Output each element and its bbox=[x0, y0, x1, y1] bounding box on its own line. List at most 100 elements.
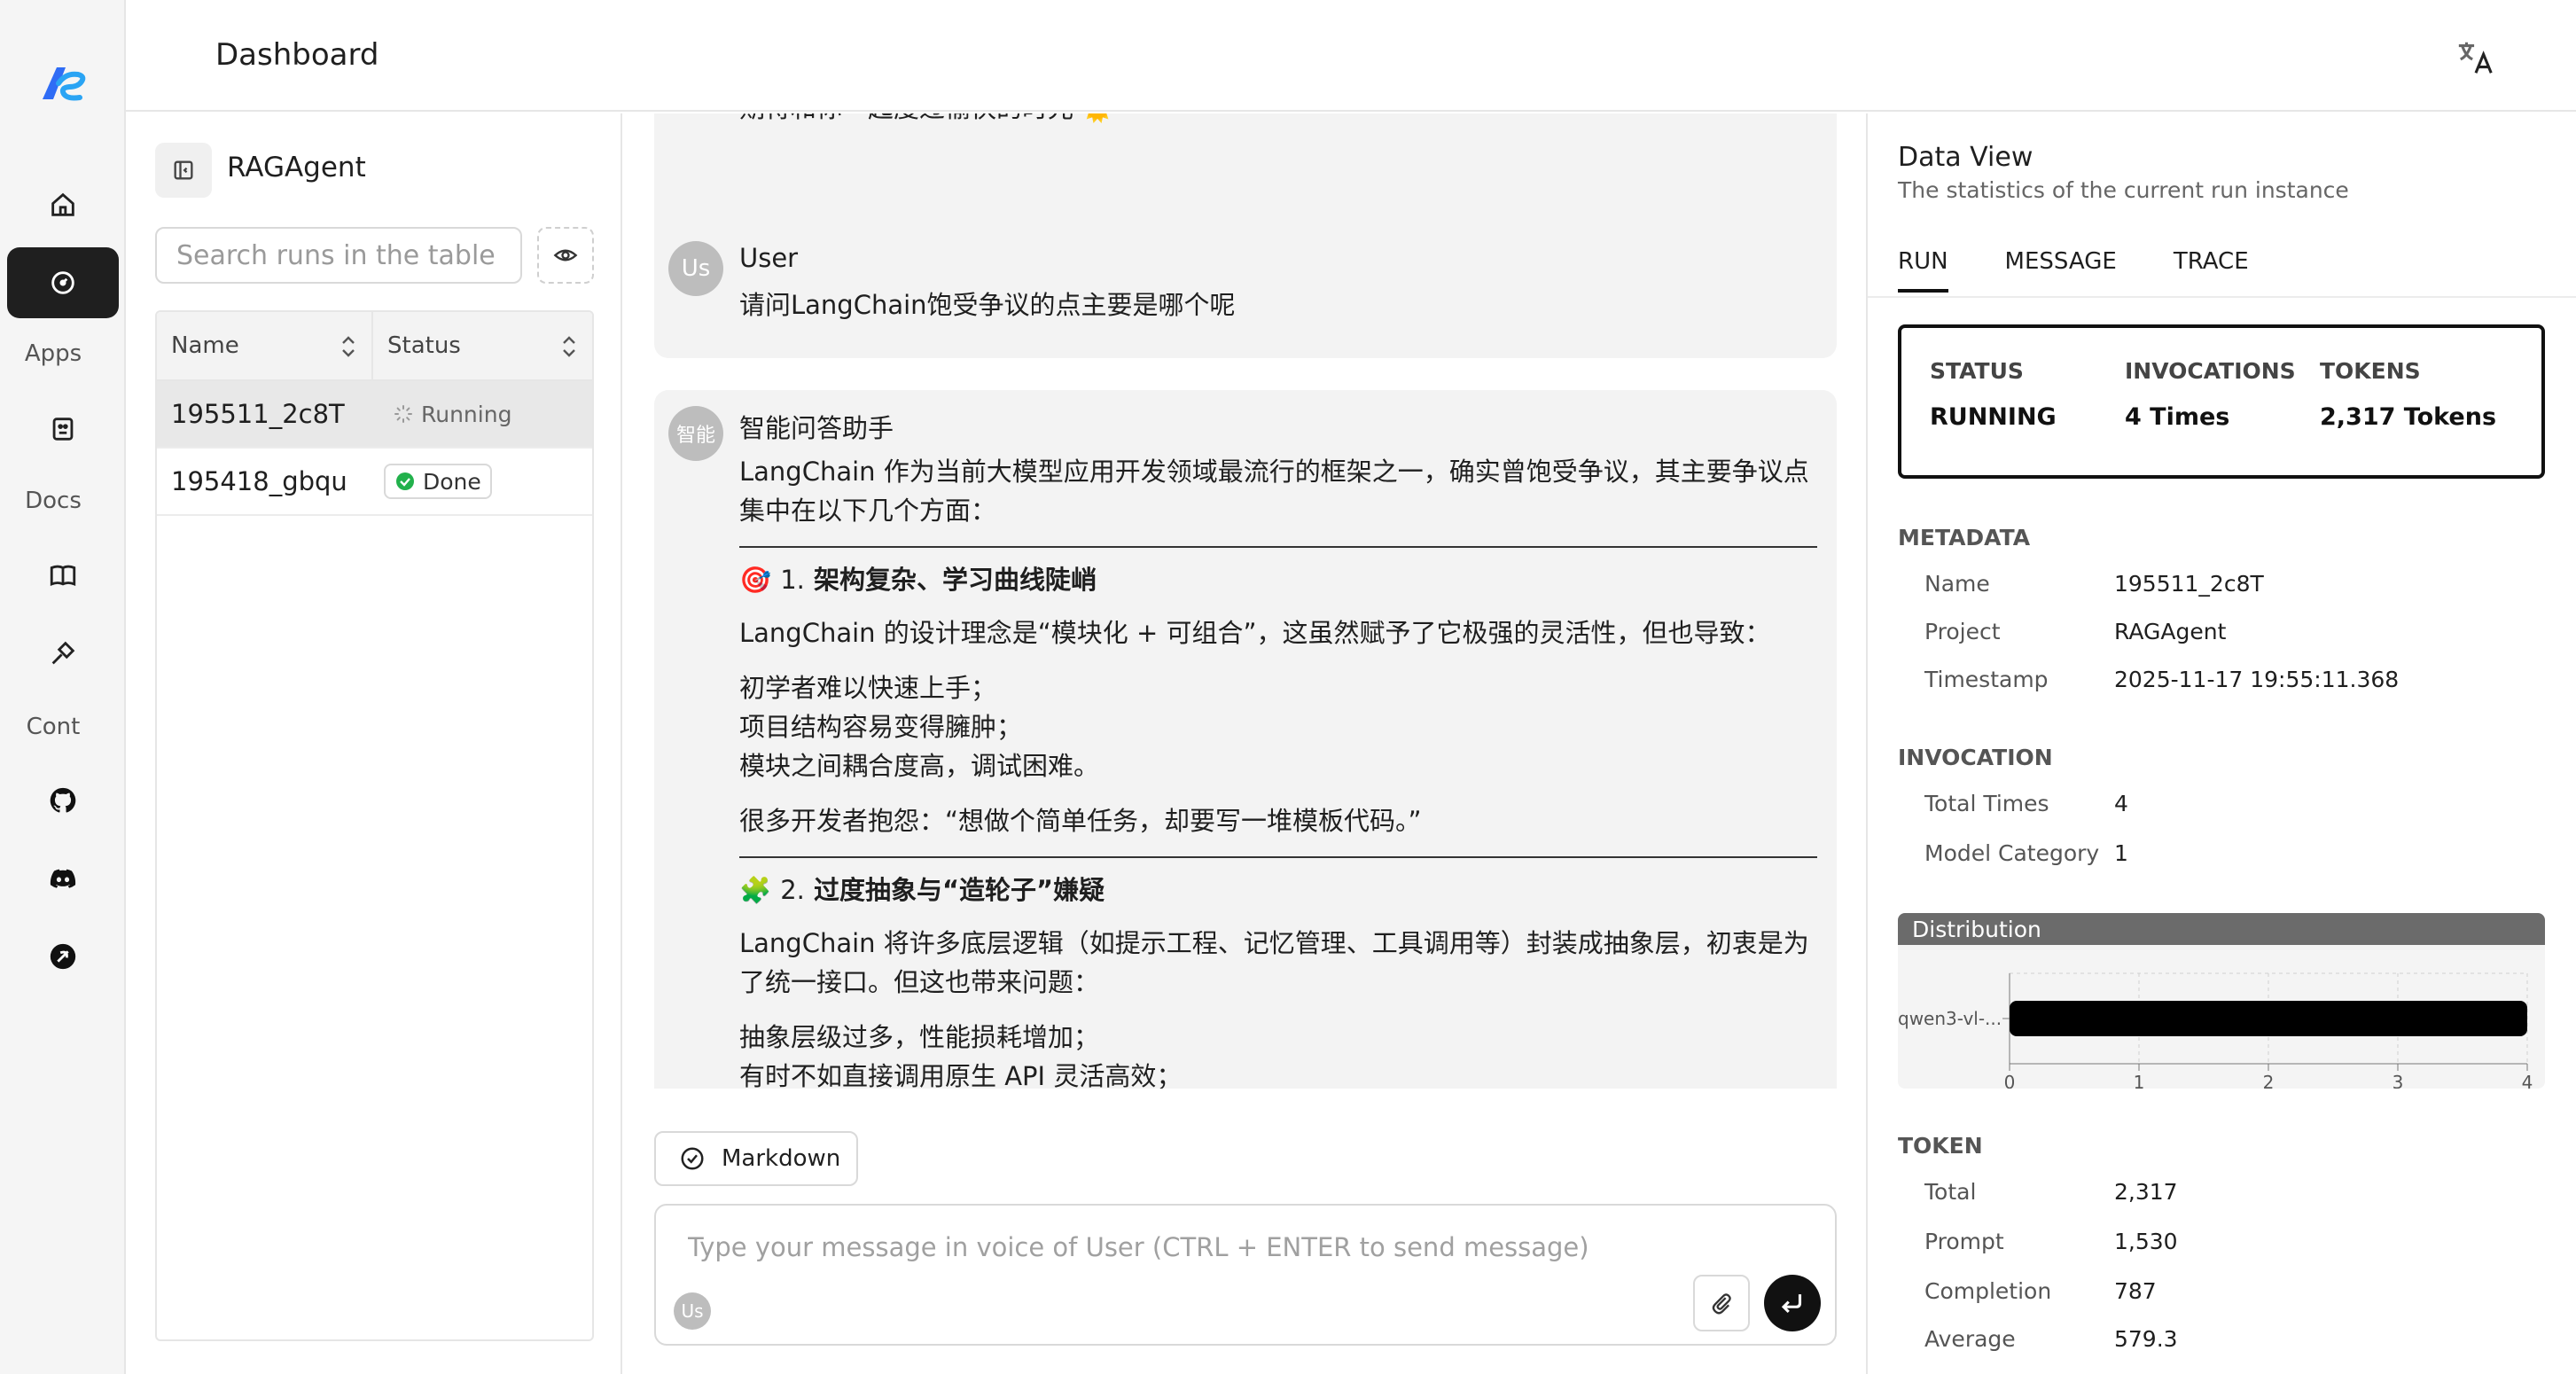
send-button[interactable] bbox=[1764, 1275, 1821, 1331]
stat-value: 2,317 Tokens bbox=[2320, 403, 2497, 431]
table-row[interactable]: 195511_2c8T Running bbox=[157, 381, 592, 449]
paperclip-icon bbox=[1712, 1293, 1731, 1315]
message-bubble-assistant: 智能 智能问答助手 LangChain 作为当前大模型应用开发领域最流行的框架之… bbox=[654, 390, 1837, 1089]
status-badge-label: Done bbox=[423, 468, 481, 495]
app-logo[interactable] bbox=[39, 64, 87, 103]
rail-section-docs: Docs bbox=[25, 488, 82, 514]
status-badge: Running bbox=[384, 396, 520, 432]
message-paragraph: LangChain 的设计理念是“模块化 + 可组合”，这虽然赋予了它极强的灵活… bbox=[739, 618, 1771, 648]
message-text: 请问LangChain饱受争议的点主要是哪个呢 bbox=[739, 290, 1236, 320]
message-composer: Us bbox=[654, 1204, 1837, 1346]
book-icon bbox=[50, 565, 76, 587]
section-title: 过度抽象与“造轮子”嫌疑 bbox=[814, 875, 1105, 905]
translate-icon[interactable] bbox=[2455, 37, 2496, 78]
toggle-visibility-button[interactable] bbox=[537, 227, 594, 284]
run-name: 195511_2c8T bbox=[171, 399, 345, 429]
top-header: Dashboard bbox=[126, 0, 2576, 112]
runs-search-input[interactable] bbox=[155, 227, 522, 284]
message-list[interactable]: 期待和你一起度过愉快的时光 🌞 Us User 请问LangChain饱受争议的… bbox=[654, 113, 1837, 1089]
sort-icon[interactable] bbox=[340, 334, 357, 359]
runs-table: Name Status 195511_2c8T Running 195418_g… bbox=[155, 310, 594, 1341]
sort-icon[interactable] bbox=[560, 334, 578, 359]
tab-message[interactable]: MESSAGE bbox=[2005, 248, 2117, 293]
run-name: 195418_gbqu bbox=[171, 466, 347, 496]
stat-label: INVOCATIONS bbox=[2125, 358, 2296, 384]
avatar: Us bbox=[668, 241, 723, 296]
docs-nav-button[interactable] bbox=[7, 540, 119, 611]
puzzle-icon: 🧩 bbox=[739, 875, 772, 905]
plug-icon bbox=[51, 641, 75, 665]
rail-section-apps: Apps bbox=[24, 340, 82, 367]
y-tick-label: qwen3-vl-... bbox=[1898, 1008, 2002, 1029]
x-tick-label: 0 bbox=[2004, 1072, 2016, 1089]
discord-icon bbox=[50, 869, 76, 888]
section-heading-token: TOKEN bbox=[1898, 1133, 1983, 1159]
table-row[interactable]: 195418_gbqu Done bbox=[157, 449, 592, 516]
list-item: 初学者难以快速上手； bbox=[739, 673, 997, 703]
list-item: 有时不如直接调用原生 API 灵活高效； bbox=[739, 1061, 1183, 1089]
message-sender: User bbox=[739, 243, 799, 273]
tab-divider bbox=[1868, 296, 2576, 298]
data-view-subtitle: The statistics of the current run instan… bbox=[1898, 177, 2349, 203]
x-tick-label: 3 bbox=[2393, 1072, 2404, 1089]
stats-card: STATUS RUNNING INVOCATIONS 4 Times TOKEN… bbox=[1898, 324, 2545, 479]
spinner-icon bbox=[394, 405, 412, 423]
message-input[interactable] bbox=[688, 1232, 1752, 1262]
token-value: 2,317 bbox=[2114, 1179, 2178, 1205]
target-icon: 🎯 bbox=[739, 565, 772, 595]
distribution-chart: Distribution 0 1 2 3 4 qwen3-vl-... bbox=[1898, 913, 2545, 1089]
section-number: 1. bbox=[780, 565, 805, 595]
invocation-key: Model Category bbox=[1924, 840, 2100, 866]
discord-nav-button[interactable] bbox=[7, 843, 119, 914]
dashboard-nav-button[interactable] bbox=[7, 247, 119, 318]
column-header-name[interactable]: Name bbox=[157, 312, 373, 379]
metadata-value: RAGAgent bbox=[2114, 619, 2227, 644]
tab-run[interactable]: RUN bbox=[1898, 248, 1948, 293]
data-view-tabs: RUN MESSAGE TRACE bbox=[1898, 248, 2249, 293]
run-status: Done bbox=[373, 464, 592, 499]
message-body: LangChain 作为当前大模型应用开发领域最流行的框架之一，确实曾饱受争议，… bbox=[739, 452, 1817, 1089]
feather-icon bbox=[50, 943, 76, 970]
page-title: Dashboard bbox=[215, 37, 379, 73]
section-title: 架构复杂、学习曲线陡峭 bbox=[814, 565, 1097, 595]
column-header-status[interactable]: Status bbox=[373, 312, 592, 379]
rail-section-cont: Cont bbox=[26, 714, 81, 740]
markdown-toggle-button[interactable]: Markdown bbox=[654, 1131, 858, 1186]
avatar: 智能 bbox=[668, 406, 723, 461]
composer-avatar[interactable]: Us bbox=[674, 1292, 711, 1330]
token-value: 579.3 bbox=[2114, 1326, 2178, 1352]
check-circle-icon bbox=[396, 472, 414, 490]
list-item: 项目结构容易变得臃肿； bbox=[739, 712, 1023, 742]
home-icon bbox=[51, 192, 74, 216]
column-header-status-label: Status bbox=[387, 332, 461, 359]
stat-value: 4 Times bbox=[2125, 403, 2230, 431]
stat-value: RUNNING bbox=[1930, 403, 2057, 431]
token-value: 1,530 bbox=[2114, 1229, 2178, 1254]
community-nav-button[interactable] bbox=[7, 921, 119, 992]
github-nav-button[interactable] bbox=[7, 765, 119, 836]
apps-nav-button[interactable] bbox=[7, 394, 119, 465]
distribution-svg: 0 1 2 3 4 qwen3-vl-... bbox=[1898, 972, 2533, 1089]
metadata-value: 195511_2c8T bbox=[2114, 571, 2264, 597]
run-status: Running bbox=[373, 396, 592, 432]
token-key: Total bbox=[1924, 1179, 1977, 1205]
tab-trace[interactable]: TRACE bbox=[2174, 248, 2249, 293]
data-view-panel: Data View The statistics of the current … bbox=[1866, 113, 2576, 1374]
metadata-key: Timestamp bbox=[1924, 667, 2049, 692]
stat-status: STATUS RUNNING bbox=[1930, 358, 2057, 431]
x-tick-label: 1 bbox=[2134, 1072, 2145, 1089]
section-heading: 🧩 2. 过度抽象与“造轮子”嫌疑 bbox=[739, 870, 1817, 909]
api-nav-button[interactable] bbox=[7, 618, 119, 689]
message-text: 期待和你一起度过愉快的时光 🌞 bbox=[739, 113, 1113, 128]
data-view-title: Data View bbox=[1898, 142, 2033, 173]
markdown-toggle-label: Markdown bbox=[722, 1145, 841, 1172]
status-badge-label: Running bbox=[421, 401, 512, 427]
invocation-value: 4 bbox=[2114, 791, 2128, 816]
home-nav-button[interactable] bbox=[7, 169, 119, 240]
status-badge: Done bbox=[384, 464, 492, 499]
bar bbox=[2010, 1001, 2527, 1036]
attach-button[interactable] bbox=[1693, 1275, 1750, 1331]
check-circle-outline-icon bbox=[681, 1147, 704, 1170]
github-icon bbox=[50, 787, 76, 813]
collapse-panel-button[interactable] bbox=[155, 143, 212, 198]
